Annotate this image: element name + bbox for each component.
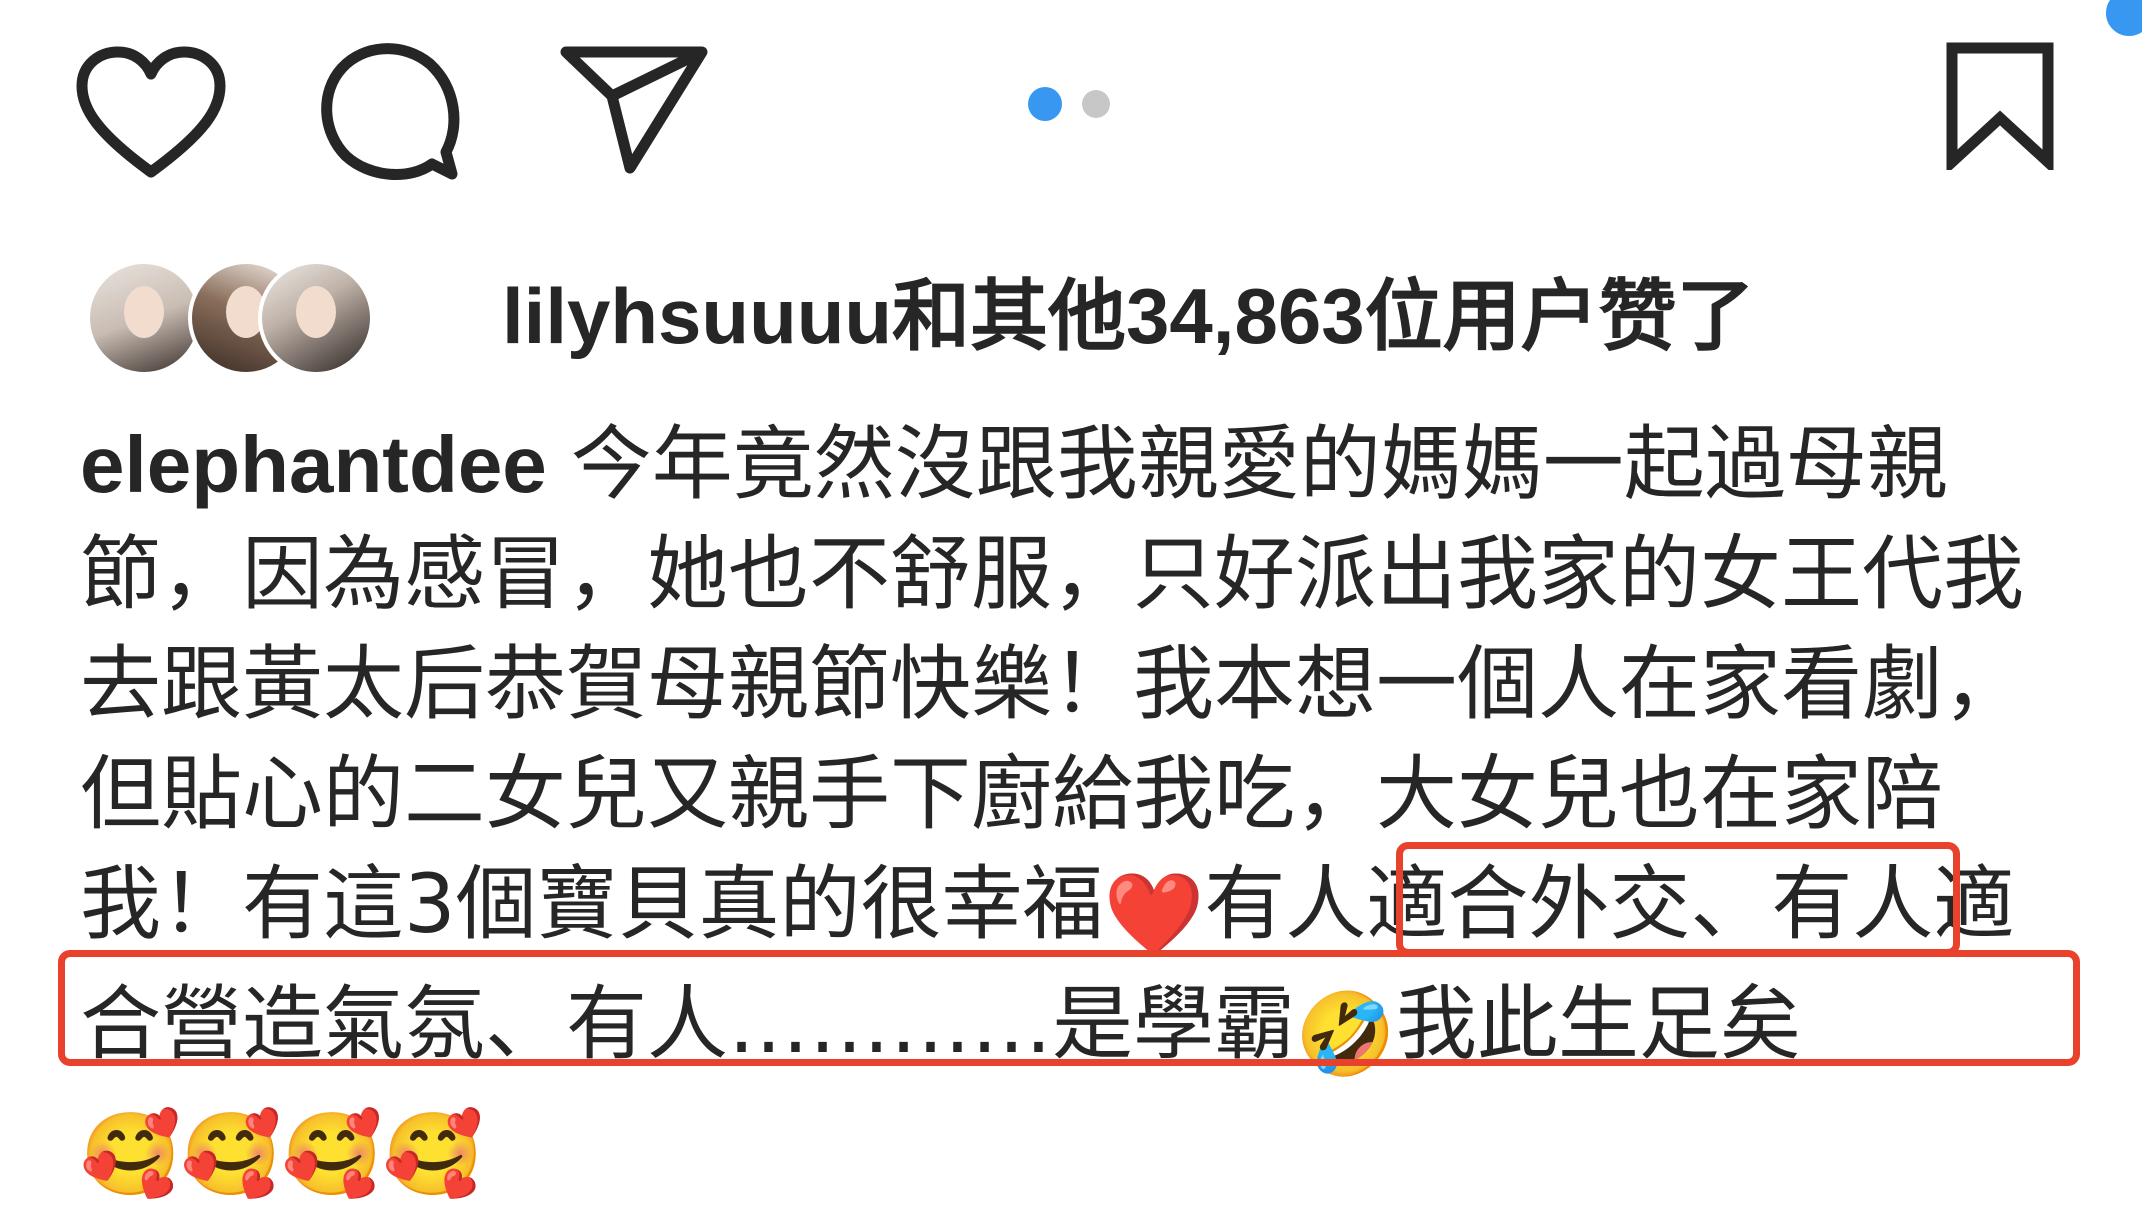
highlight-box [58,950,2080,1066]
avatar [86,260,202,376]
comment-bubble-icon[interactable] [318,40,464,186]
highlight-box [1396,842,1960,956]
carousel-indicator [1028,86,1110,122]
carousel-dot-active [1028,87,1062,121]
avatar [258,260,374,376]
likes-summary[interactable]: lilyhsuuuu和其他34,863位用户赞了 [86,256,1755,376]
caption-username[interactable]: elephantdee [80,420,547,509]
post-caption: elephantdee 今年竟然沒跟我親愛的媽媽一起過母親節，因為感冒，她也不舒服… [80,410,2060,1210]
paper-plane-icon[interactable] [560,44,708,174]
heart-icon[interactable] [76,46,226,182]
smiling-hearts-emoji: 🥰🥰🥰🥰 [80,1108,484,1202]
bookmark-icon[interactable] [1940,40,2060,170]
corner-badge [2102,0,2142,40]
carousel-dot [1082,90,1110,118]
liker-username[interactable]: lilyhsuuuu [502,272,892,360]
liker-avatars [86,256,376,376]
post-action-bar [0,0,2142,210]
likes-connector: 和其他 [892,272,1127,360]
likes-suffix: 位用户赞了 [1364,272,1755,360]
likes-text[interactable]: lilyhsuuuu和其他34,863位用户赞了 [502,256,1755,376]
likes-count[interactable]: 34,863 [1126,272,1365,360]
